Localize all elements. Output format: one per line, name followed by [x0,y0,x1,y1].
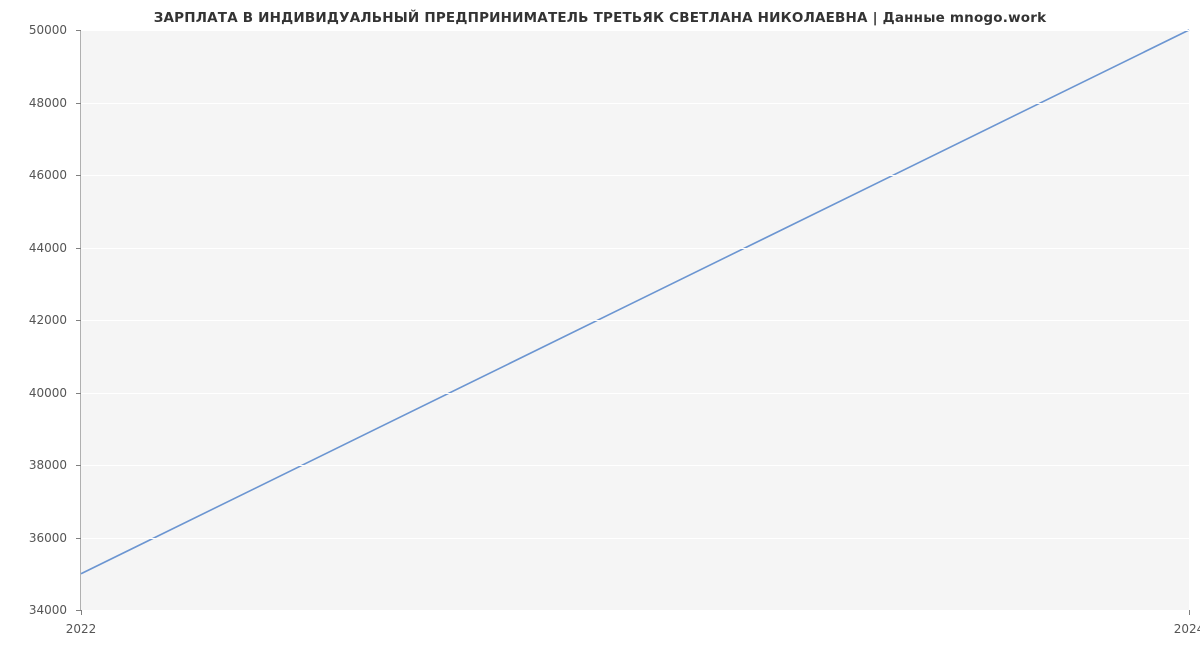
grid-line [81,30,1189,31]
ytick-label: 44000 [29,241,81,255]
plot-area: 3400036000380004000042000440004600048000… [80,30,1189,611]
ytick-label: 42000 [29,313,81,327]
ytick-label: 48000 [29,96,81,110]
ytick-label: 36000 [29,531,81,545]
grid-line [81,465,1189,466]
grid-line [81,610,1189,611]
grid-line [81,538,1189,539]
chart-title: ЗАРПЛАТА В ИНДИВИДУАЛЬНЫЙ ПРЕДПРИНИМАТЕЛ… [0,10,1200,26]
grid-line [81,103,1189,104]
grid-line [81,320,1189,321]
series-line [81,30,1189,574]
chart-container: ЗАРПЛАТА В ИНДИВИДУАЛЬНЫЙ ПРЕДПРИНИМАТЕЛ… [0,0,1200,650]
xtick-label: 2024 [1174,610,1200,636]
xtick-label: 2022 [66,610,97,636]
grid-line [81,393,1189,394]
ytick-label: 40000 [29,386,81,400]
grid-line [81,175,1189,176]
grid-line [81,248,1189,249]
ytick-label: 38000 [29,458,81,472]
ytick-label: 50000 [29,23,81,37]
ytick-label: 46000 [29,168,81,182]
